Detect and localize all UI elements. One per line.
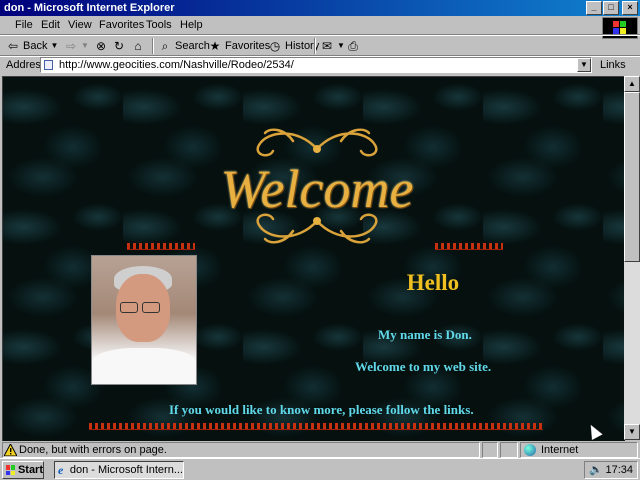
menu-bar: File Edit View Favorites Tools Help — [0, 16, 640, 34]
welcome-banner: Welcome — [197, 121, 437, 249]
page-content: Welcome Hello My name is Don. Welcome to… — [2, 76, 625, 441]
print-button[interactable]: ⎙ — [346, 37, 360, 55]
toolbar: ⇦ Back ▼ ⇨ ▼ ⊗ ↻ ⌂ ⌕ Search ★ Favorites … — [0, 36, 640, 56]
minimize-icon[interactable]: _ — [586, 1, 602, 15]
status-bar: Done, but with errors on page. Internet — [0, 440, 640, 458]
warning-icon[interactable] — [4, 444, 17, 456]
stop-button[interactable]: ⊗ — [94, 37, 108, 55]
dropdown-icon[interactable]: ▼ — [81, 39, 89, 53]
forward-arrow-icon: ⇨ — [65, 39, 77, 53]
divider-squiggle — [435, 243, 503, 250]
menu-favorites[interactable]: Favorites — [99, 18, 144, 32]
address-bar: Address http://www.geocities.com/Nashvil… — [0, 56, 640, 74]
menu-view[interactable]: View — [68, 18, 92, 32]
divider-squiggle — [127, 243, 195, 250]
dropdown-icon[interactable]: ▼ — [50, 39, 59, 53]
mail-button[interactable]: ✉ ▼ — [320, 37, 345, 55]
security-zone: Internet — [520, 442, 638, 458]
system-tray: 🔈 17:34 — [584, 461, 638, 479]
favorites-button[interactable]: ★ Favorites — [208, 37, 271, 55]
favorites-icon: ★ — [209, 39, 221, 53]
back-button[interactable]: ⇦ Back ▼ — [6, 37, 58, 55]
scroll-thumb[interactable] — [624, 92, 640, 262]
speaker-icon[interactable]: 🔈 — [589, 464, 603, 476]
toolbar-divider — [314, 38, 316, 54]
start-button[interactable]: Start — [2, 461, 44, 479]
zone-label: Internet — [541, 444, 579, 456]
vertical-scrollbar[interactable]: ▲ ▼ — [624, 76, 640, 440]
hello-heading: Hello — [406, 270, 460, 295]
windows-flag-icon — [6, 465, 15, 475]
status-text: Done, but with errors on page. — [19, 444, 167, 456]
forward-button[interactable]: ⇨ ▼ — [64, 37, 89, 55]
menu-file[interactable]: File — [15, 18, 33, 32]
window-title: don - Microsoft Internet Explorer — [4, 2, 175, 14]
search-icon: ⌕ — [161, 39, 169, 53]
task-label: don - Microsoft Intern... — [69, 464, 183, 476]
back-label: Back — [23, 40, 48, 52]
status-cell — [482, 442, 498, 458]
history-icon: ◷ — [269, 39, 281, 53]
address-input[interactable]: http://www.geocities.com/Nashville/Rodeo… — [40, 57, 592, 73]
title-bar: don - Microsoft Internet Explorer _ □ × — [0, 0, 640, 16]
links-button[interactable]: Links — [600, 58, 626, 72]
search-label: Search — [175, 40, 210, 52]
intro-name: My name is Don. — [378, 327, 472, 342]
window-controls: _ □ × — [585, 1, 638, 15]
dropdown-icon[interactable]: ▼ — [337, 39, 345, 53]
address-dropdown-icon[interactable]: ▼ — [577, 58, 591, 72]
menu-help[interactable]: Help — [180, 18, 203, 32]
start-label: Start — [17, 464, 43, 476]
home-button[interactable]: ⌂ — [131, 37, 145, 55]
divider-squiggle — [89, 423, 543, 430]
home-icon: ⌂ — [134, 39, 142, 53]
menu-tools[interactable]: Tools — [146, 18, 172, 32]
refresh-button[interactable]: ↻ — [112, 37, 126, 55]
scroll-down-icon[interactable]: ▼ — [624, 424, 640, 440]
intro-links: If you would like to know more, please f… — [169, 402, 474, 417]
menu-edit[interactable]: Edit — [41, 18, 60, 32]
intro-welcome: Welcome to my web site. — [355, 359, 492, 374]
print-icon: ⎙ — [348, 39, 358, 53]
stop-icon: ⊗ — [95, 39, 107, 53]
search-button[interactable]: ⌕ Search — [158, 37, 210, 55]
scroll-up-icon[interactable]: ▲ — [624, 76, 640, 92]
taskbar: Start e don - Microsoft Intern... 🔈 17:3… — [0, 458, 640, 480]
mail-icon: ✉ — [321, 39, 333, 53]
status-message: Done, but with errors on page. — [2, 442, 480, 458]
welcome-heading: Welcome — [220, 159, 414, 219]
profile-photo — [91, 255, 197, 385]
status-cell — [500, 442, 518, 458]
globe-icon — [524, 444, 536, 456]
taskbar-window-button[interactable]: e don - Microsoft Intern... — [54, 461, 184, 479]
refresh-icon: ↻ — [113, 39, 125, 53]
toolbar-divider — [152, 38, 154, 54]
favorites-label: Favorites — [225, 40, 271, 52]
history-button[interactable]: ◷ History — [268, 37, 319, 55]
address-url[interactable]: http://www.geocities.com/Nashville/Rodeo… — [59, 59, 294, 72]
close-icon[interactable]: × — [622, 1, 638, 15]
page-icon — [44, 60, 53, 70]
clock: 17:34 — [605, 464, 633, 476]
maximize-icon[interactable]: □ — [603, 1, 619, 15]
ie-icon: e — [58, 463, 64, 477]
back-arrow-icon: ⇦ — [7, 39, 19, 53]
